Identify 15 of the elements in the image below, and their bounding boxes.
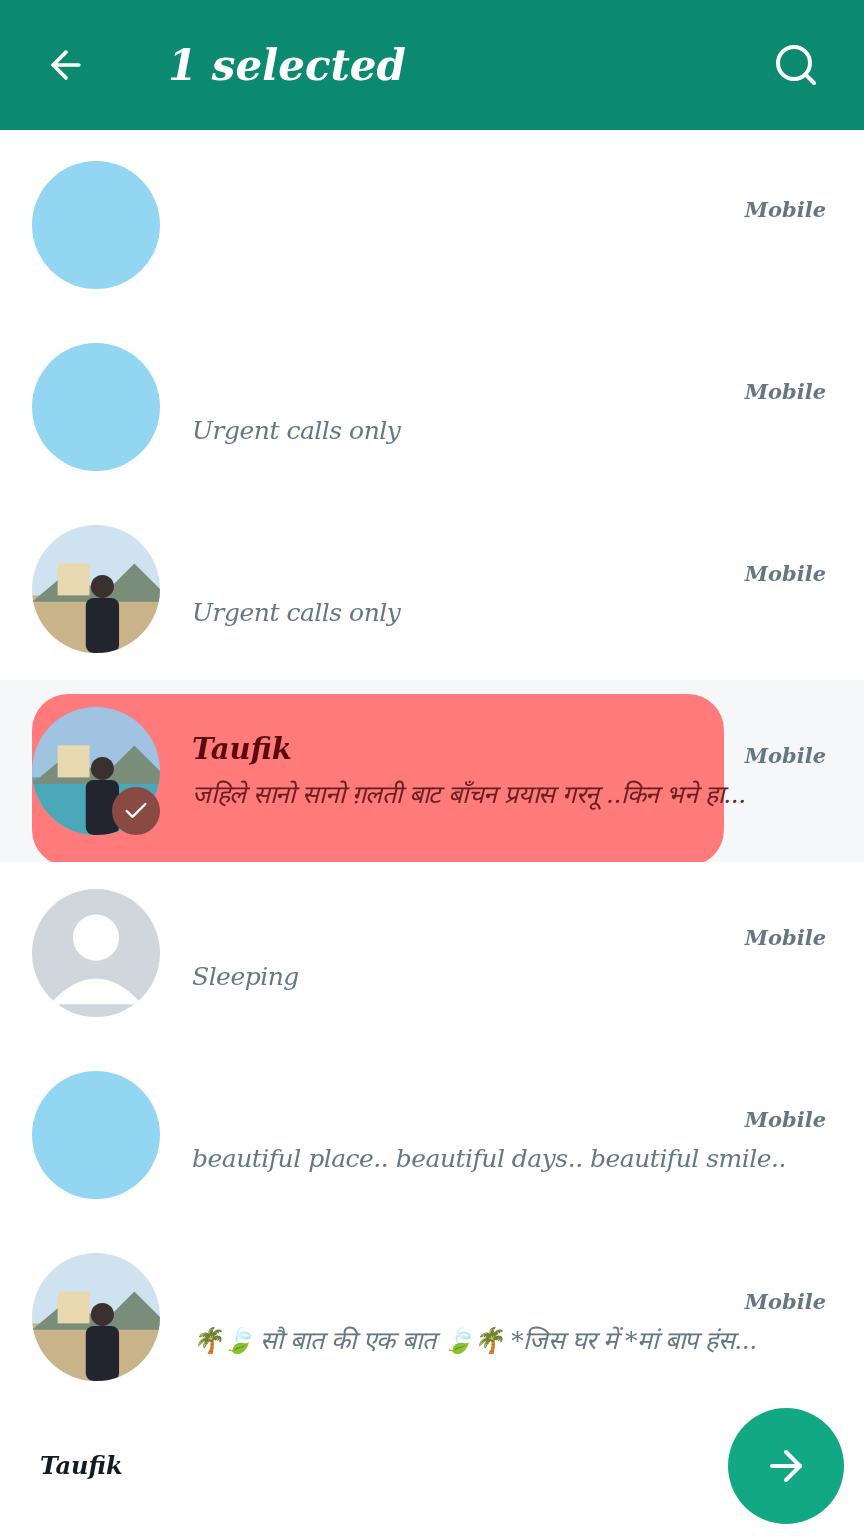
contact-status: Sleeping (192, 961, 299, 994)
contact-status: beautiful place.. beautiful days.. beautiful smile.. (192, 1143, 786, 1176)
contact-name: Taufik (192, 730, 292, 768)
contact-status: 🌴🍃 सौ बात की एक बात 🍃🌴 *जिस घर में *मां बाप हंस... (192, 1325, 757, 1358)
app-bar-title: 1 selected (168, 39, 407, 92)
phone-type: Mobile (744, 195, 826, 224)
contact-status: Urgent calls only (192, 415, 401, 448)
phone-type: Mobile (744, 1105, 826, 1134)
selected-contact-name: Taufik (40, 1450, 123, 1482)
phone-type: Mobile (744, 559, 826, 588)
contact-status: Urgent calls only (192, 597, 401, 630)
phone-type: Mobile (744, 1287, 826, 1316)
phone-type: Mobile (744, 377, 826, 406)
phone-type: Mobile (744, 923, 826, 952)
phone-type: Mobile (744, 741, 826, 770)
